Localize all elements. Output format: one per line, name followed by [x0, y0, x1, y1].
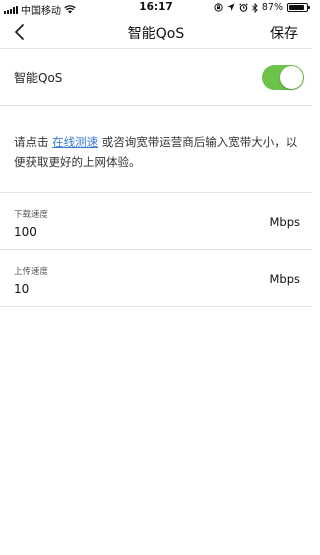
download-speed-row: 下载速度 Mbps [0, 193, 312, 249]
upload-speed-row: 上传速度 Mbps [0, 250, 312, 306]
alarm-icon [239, 3, 248, 12]
download-speed-unit: Mbps [269, 215, 300, 229]
location-icon [227, 3, 235, 11]
upload-speed-label: 上传速度 [14, 267, 49, 277]
battery-icon [287, 3, 310, 12]
smart-qos-page: 中国移动 16:17 87% 智能QoS 保存 智能QoS 请点击 在线测速 或… [0, 0, 312, 555]
smart-qos-label: 智能QoS [14, 71, 63, 85]
bandwidth-hint: 请点击 在线测速 或咨询宽带运营商后输入宽带大小，以便获取更好的上网体验。 [14, 132, 304, 172]
download-speed-input[interactable] [14, 223, 234, 241]
download-speed-label: 下载速度 [14, 210, 49, 220]
save-button[interactable]: 保存 [270, 23, 298, 43]
speed-test-link[interactable]: 在线测速 [52, 135, 98, 149]
bluetooth-icon [252, 2, 258, 13]
hint-prefix: 请点击 [14, 135, 53, 149]
smart-qos-toggle[interactable] [262, 65, 304, 90]
upload-speed-input[interactable] [14, 280, 234, 298]
battery-percent: 87% [261, 2, 283, 13]
page-title: 智能QoS [127, 26, 185, 42]
nav-bar: 智能QoS 保存 [0, 16, 312, 48]
qos-divider [0, 105, 312, 106]
battery-level-fill [289, 5, 304, 10]
upload-speed-unit: Mbps [269, 272, 300, 286]
upload-divider [0, 306, 312, 307]
status-right: 87% [214, 2, 310, 13]
orientation-lock-icon [214, 3, 223, 12]
toggle-knob [280, 66, 303, 89]
status-bar: 中国移动 16:17 87% [0, 0, 312, 17]
smart-qos-row: 智能QoS [0, 49, 312, 105]
